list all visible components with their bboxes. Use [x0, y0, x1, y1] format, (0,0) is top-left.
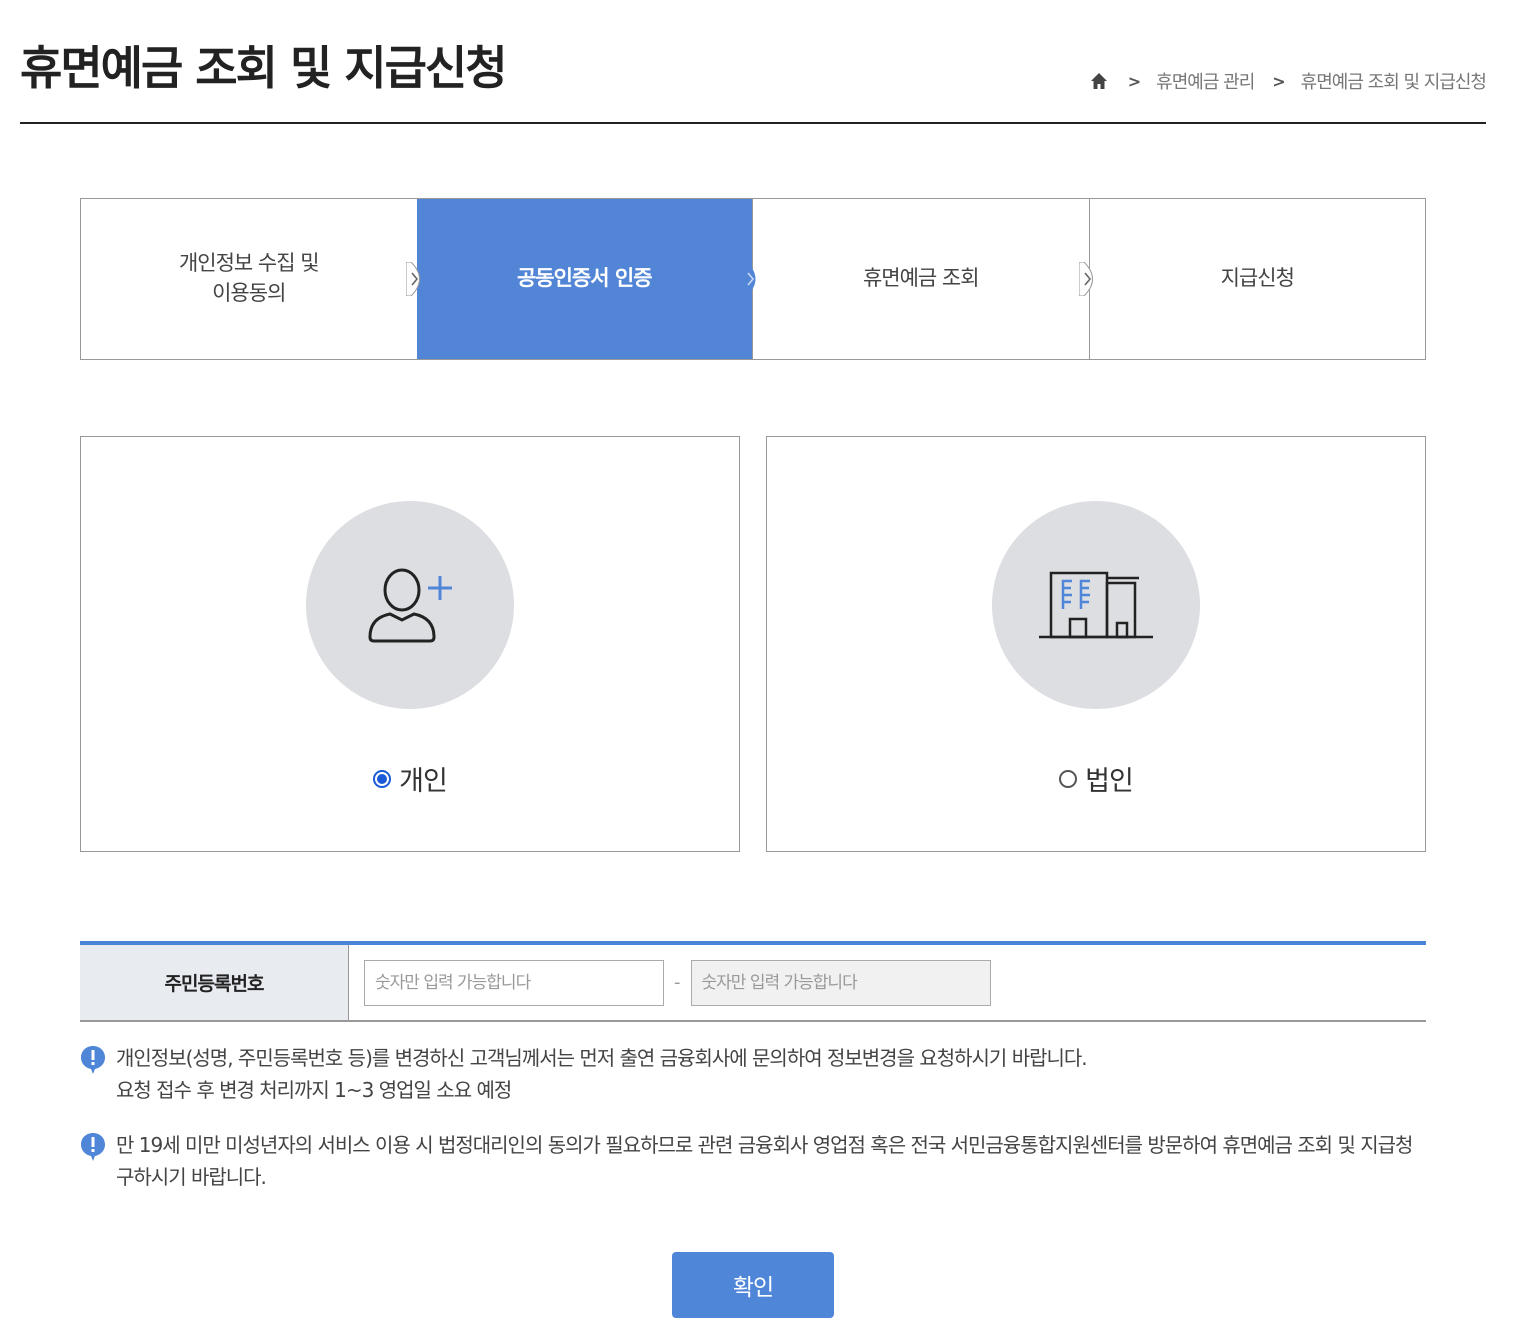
chevron-right-icon: [405, 262, 420, 296]
step-consent-label-line1: 개인정보 수집 및: [178, 251, 320, 275]
breadcrumb-item-current: 휴면예금 조회 및 지급신청: [1300, 72, 1487, 93]
header-divider: [20, 122, 1486, 124]
breadcrumb-separator: >: [1272, 71, 1285, 91]
individual-radio-option[interactable]: 개인: [81, 759, 739, 798]
rrn-back-input[interactable]: [690, 959, 991, 1006]
breadcrumb-item-dormant-management[interactable]: 휴면예금 관리: [1156, 68, 1255, 94]
corporate-icon-circle: [992, 501, 1200, 709]
step-payment-request-label: 지급신청: [1220, 266, 1295, 290]
rrn-label: 주민등록번호: [80, 945, 349, 1020]
building-icon: [1039, 571, 1153, 639]
step-certificate-auth-label: 공동인증서 인증: [516, 266, 653, 290]
step-consent: 개인정보 수집 및 이용동의: [81, 199, 417, 359]
step-dormant-inquiry: 휴면예금 조회: [742, 199, 1089, 359]
corporate-radio-label: 법인: [1085, 766, 1134, 797]
corporate-radio-option[interactable]: 법인: [767, 759, 1425, 798]
page-title: 휴면예금 조회 및 지급신청: [20, 41, 508, 95]
home-icon[interactable]: [1088, 70, 1110, 92]
notice-text-line2: 요청 접수 후 변경 처리까지 1~3 영업일 소요 예정: [116, 1078, 512, 1102]
corporate-radio[interactable]: [1059, 769, 1078, 788]
step-certificate-auth: 공동인증서 인증: [405, 199, 752, 359]
individual-icon-circle: [306, 501, 514, 709]
step-payment-request: 지급신청: [1078, 199, 1426, 359]
breadcrumb-separator: >: [1127, 71, 1141, 91]
individual-option-card[interactable]: 개인: [80, 436, 740, 852]
rrn-field-group: -: [349, 945, 1426, 1020]
step-dormant-inquiry-label: 휴면예금 조회: [862, 266, 980, 290]
person-add-icon: [368, 568, 452, 643]
notice-text-line1: 개인정보(성명, 주민등록번호 등)를 변경하신 고객님께서는 먼저 출연 금융…: [116, 1046, 1088, 1070]
chevron-right-icon: [1078, 262, 1093, 296]
step-indicator: 개인정보 수집 및 이용동의 공동인증서 인증 휴면예금 조회 지급신청: [80, 198, 1426, 360]
exclamation-icon: [81, 1133, 105, 1161]
individual-radio[interactable]: [373, 769, 392, 788]
step-consent-label-line2: 이용동의: [212, 281, 286, 305]
notice-personal-info-change: 개인정보(성명, 주민등록번호 등)를 변경하신 고객님께서는 먼저 출연 금융…: [80, 1042, 1426, 1106]
rrn-front-input[interactable]: [364, 959, 664, 1006]
exclamation-icon: [81, 1046, 105, 1074]
rrn-dash: -: [674, 972, 681, 993]
rrn-form-row: 주민등록번호 -: [80, 941, 1426, 1022]
notice-minor-service: 만 19세 미만 미성년자의 서비스 이용 시 법정대리인의 동의가 필요하므로…: [80, 1129, 1426, 1193]
corporate-option-card[interactable]: 법인: [766, 436, 1426, 852]
notice-text: 만 19세 미만 미성년자의 서비스 이용 시 법정대리인의 동의가 필요하므로…: [116, 1133, 1413, 1189]
individual-radio-label: 개인: [399, 766, 448, 797]
confirm-button[interactable]: 확인: [672, 1252, 834, 1318]
breadcrumb: > 휴면예금 관리 > 휴면예금 조회 및 지급신청: [1088, 66, 1487, 96]
chevron-right-icon: [742, 262, 756, 296]
